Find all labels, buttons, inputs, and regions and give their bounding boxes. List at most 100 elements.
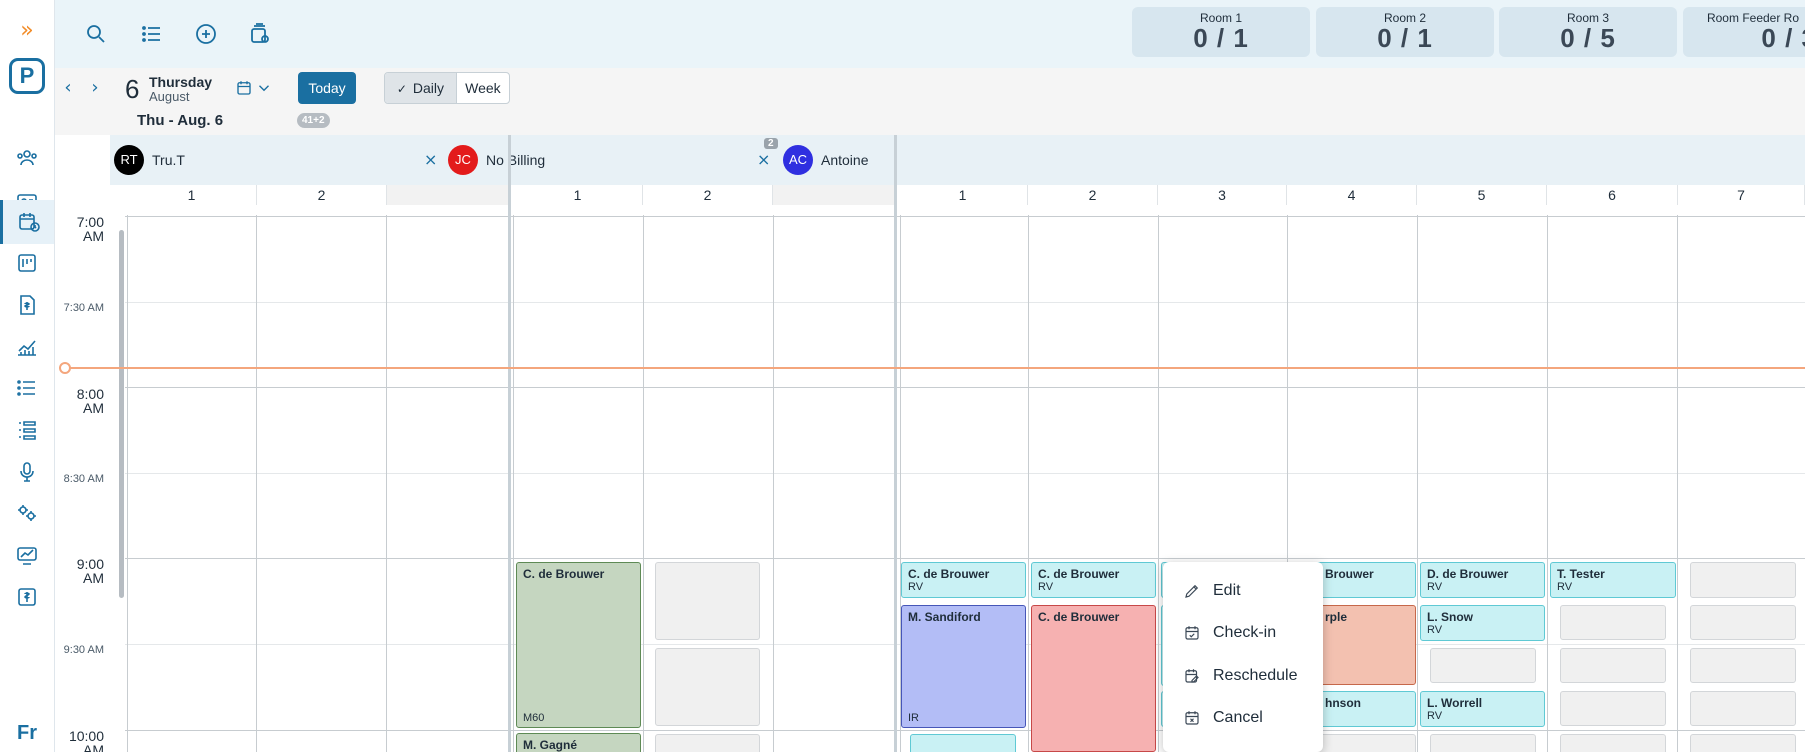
room-count: 0 / 1 <box>1377 23 1433 53</box>
sidebar-item-board[interactable] <box>0 241 54 285</box>
appointment-patient: L. Worrell <box>1427 696 1483 710</box>
time-label: 9:00 AM <box>76 556 104 586</box>
calendar-icon <box>237 81 251 95</box>
column-header: 1 <box>127 185 257 205</box>
room-count: 0 / 1 <box>1193 23 1249 53</box>
appointment-type: RV <box>1427 581 1443 593</box>
sidebar-item-patients[interactable] <box>0 136 54 180</box>
menu-item-cancel[interactable]: Cancel <box>1163 700 1323 736</box>
room-card-1[interactable]: Room 1 0 / 1 <box>1132 7 1310 57</box>
vertical-scrollbar[interactable] <box>119 230 124 598</box>
day-name: Thursday <box>149 74 213 90</box>
appointment-block[interactable]: C. de Brouwer M60 <box>516 562 641 728</box>
appointment-block[interactable]: T. Tester RV <box>1550 562 1676 598</box>
appointment-block[interactable]: C. de Brouwer <box>1031 605 1156 752</box>
sidebar-item-payments[interactable] <box>0 575 54 619</box>
date-navigation: ‹ › 6 Thursday August Today ✓ Daily Week <box>55 68 1805 108</box>
sidebar-item-billing[interactable] <box>0 283 54 327</box>
room-card-3[interactable]: Room 3 0 / 5 <box>1499 7 1677 57</box>
room-count: 0 / 3 <box>1761 23 1805 53</box>
empty-slot[interactable] <box>655 562 760 640</box>
provider-column-header[interactable]: RT Tru.T × <box>110 135 440 185</box>
search-icon[interactable] <box>82 20 110 48</box>
provider-header-row: RT Tru.T × JC No Billing 2 × AC Antoine <box>110 135 1805 185</box>
language-toggle[interactable]: Fr <box>0 722 54 745</box>
appointment-patient: C. de Brouwer <box>908 567 990 581</box>
time-label: 8:30 AM <box>63 473 104 485</box>
empty-slot[interactable] <box>1690 691 1796 726</box>
add-circle-icon[interactable] <box>192 20 220 48</box>
empty-slot[interactable] <box>655 734 760 752</box>
menu-item-edit[interactable]: Edit <box>1163 573 1323 609</box>
provider-column-header[interactable]: JC No Billing 2 × <box>444 135 778 185</box>
patients-icon <box>17 150 37 166</box>
appointment-code: IR <box>908 712 919 724</box>
appointment-patient: Brouwer <box>1325 567 1374 581</box>
invoice-dollar-icon <box>20 295 35 315</box>
app-logo[interactable]: P <box>9 58 45 94</box>
appointment-block[interactable]: M. Sandiford IR <box>901 605 1026 728</box>
sidebar-item-dictation[interactable] <box>0 450 54 494</box>
current-time-line <box>62 367 1805 369</box>
date-picker-button[interactable] <box>235 77 275 99</box>
sidebar-item-reports[interactable] <box>0 325 54 369</box>
sidebar-item-tree[interactable] <box>0 408 54 452</box>
empty-slot[interactable] <box>1430 734 1536 752</box>
today-button[interactable]: Today <box>298 72 356 104</box>
provider-column-header[interactable]: AC Antoine <box>779 135 1805 185</box>
appointment-patient: D. de Brouwer <box>1427 567 1509 581</box>
appointment-block[interactable]: L. Worrell RV <box>1420 691 1545 727</box>
appointment-patient: L. Snow <box>1427 610 1473 624</box>
view-daily-label: Daily <box>412 80 445 96</box>
close-icon[interactable]: × <box>757 150 770 169</box>
sidebar-item-settings[interactable] <box>0 491 54 535</box>
room-card-2[interactable]: Room 2 0 / 1 <box>1316 7 1494 57</box>
calendar-x-icon <box>1185 711 1199 725</box>
appointment-patient: M. Gagné <box>523 738 578 752</box>
sidebar-item-display[interactable] <box>0 533 54 577</box>
appointment-block[interactable]: C. de Brouwer RV <box>1031 562 1156 598</box>
double-chevron-right-icon[interactable]: » <box>14 18 40 44</box>
view-week-button[interactable]: Week <box>455 73 509 103</box>
waiting-room-icon[interactable] <box>246 20 274 48</box>
appointment-block[interactable] <box>910 734 1016 752</box>
appointment-context-menu: Edit Check-in Reschedule Cancel <box>1163 562 1323 752</box>
chevron-right-icon[interactable]: › <box>85 78 105 98</box>
empty-slot[interactable] <box>1430 648 1536 683</box>
column-header: 2 <box>643 185 773 205</box>
menu-item-check-in[interactable]: Check-in <box>1163 615 1323 651</box>
appointment-block[interactable]: D. de Brouwer RV <box>1420 562 1545 598</box>
appointment-block[interactable]: L. Snow RV <box>1420 605 1545 641</box>
appointment-type: RV <box>1038 581 1054 593</box>
column-header-empty <box>773 185 895 205</box>
calendar-edit-icon <box>1185 669 1199 683</box>
time-column: 7:00 AM 7:30 AM 8:00 AM 8:30 AM 9:00 AM 9:3… <box>55 205 110 752</box>
empty-slot[interactable] <box>1560 691 1666 726</box>
empty-slot[interactable] <box>655 648 760 726</box>
provider-name: No Billing <box>486 152 546 168</box>
appointment-block[interactable]: M. Gagné <box>516 733 641 752</box>
room-card-4[interactable]: Room Feeder Ro 0 / 3 <box>1683 7 1805 57</box>
empty-slot[interactable] <box>1560 605 1666 640</box>
list-icon[interactable] <box>138 20 166 48</box>
empty-slot[interactable] <box>1560 648 1666 683</box>
menu-item-label: Check-in <box>1213 624 1277 641</box>
pencil-icon <box>1185 584 1199 598</box>
close-icon[interactable]: × <box>424 150 437 169</box>
sidebar-item-list[interactable] <box>0 366 54 410</box>
empty-slot[interactable] <box>1560 734 1666 752</box>
chevron-left-icon[interactable]: ‹ <box>58 78 78 98</box>
date-label-row: Thu - Aug. 6 41+2 <box>55 108 1805 135</box>
sidebar-item-schedule[interactable] <box>0 200 54 244</box>
appointment-block[interactable]: C. de Brouwer RV <box>901 562 1026 598</box>
provider-separator <box>508 135 511 752</box>
empty-slot[interactable] <box>1690 605 1796 640</box>
day-month: August <box>149 89 190 104</box>
empty-slot[interactable] <box>1690 648 1796 683</box>
empty-slot[interactable] <box>1690 734 1796 752</box>
room-count: 0 / 5 <box>1560 23 1616 53</box>
view-daily-button[interactable]: ✓ Daily <box>385 73 456 103</box>
empty-slot[interactable] <box>1690 562 1796 598</box>
time-label: 9:30 AM <box>63 644 104 656</box>
menu-item-reschedule[interactable]: Reschedule <box>1163 658 1323 694</box>
